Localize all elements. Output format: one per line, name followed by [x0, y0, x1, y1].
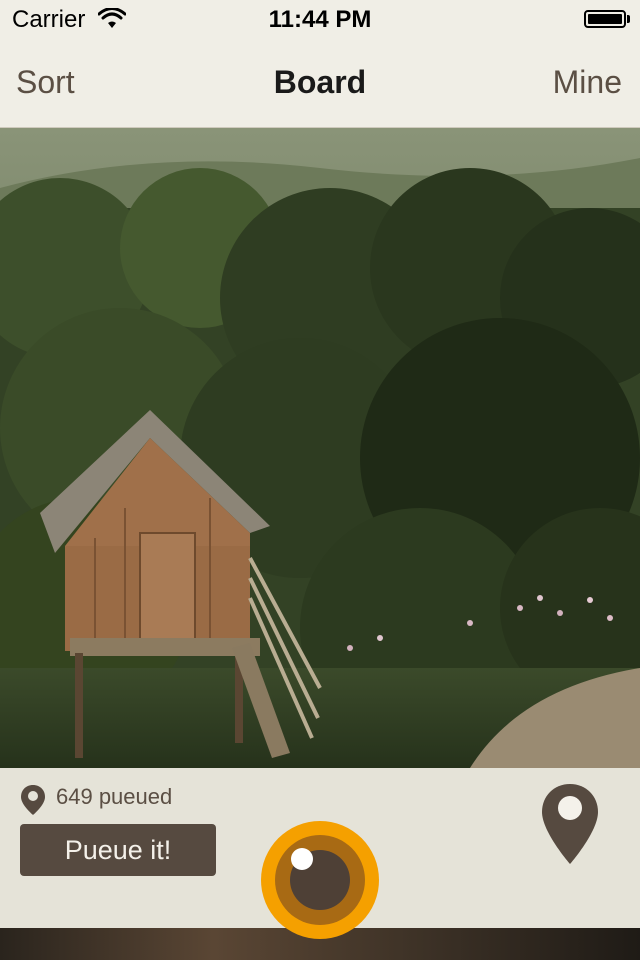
wooden-hut-photo[interactable]: [0, 128, 640, 768]
queued-count: 649 pueued: [56, 784, 173, 809]
pueue-it-button[interactable]: Pueue it!: [20, 824, 216, 876]
camera-shutter-icon[interactable]: [260, 820, 380, 940]
map-pin-icon[interactable]: [540, 782, 600, 866]
sort-button[interactable]: Sort: [16, 64, 75, 101]
mine-button[interactable]: Mine: [553, 64, 622, 101]
status-bar: Carrier 11:44 PM: [0, 0, 640, 40]
battery-icon: [584, 10, 626, 28]
nav-bar: Sort Board Mine: [0, 40, 640, 128]
status-time: 11:44 PM: [268, 6, 372, 33]
location-pin-icon: [21, 785, 45, 815]
photo-illustration: [0, 128, 640, 768]
page-title: Board: [273, 64, 367, 100]
